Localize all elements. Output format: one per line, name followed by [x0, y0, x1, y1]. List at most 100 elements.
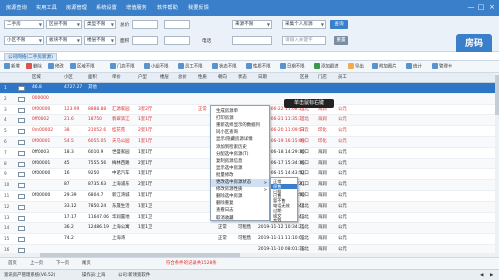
table-row[interactable]: 2 000000 [0, 93, 495, 105]
row-thumbnail-icon[interactable] [18, 86, 25, 91]
nature-filter[interactable]: 性质不限 [246, 63, 271, 71]
prev-page-button[interactable]: 上一页 [30, 260, 43, 268]
tab-bar: 公司网络(二手房新源) [0, 52, 499, 61]
menu-item-query[interactable]: 房源查询 [6, 4, 27, 11]
area-label: 面积 [120, 39, 130, 44]
area-max[interactable] [164, 36, 190, 45]
row-thumbnail-icon[interactable] [18, 215, 25, 221]
staff-filter[interactable]: 员工不限 [178, 63, 203, 71]
table-cell: 上海湾 [112, 236, 126, 242]
row-thumbnail-icon[interactable] [18, 183, 25, 189]
row-thumbnail-icon[interactable] [18, 237, 25, 243]
row-thumbnail-icon[interactable] [18, 140, 25, 145]
column-header[interactable]: 小区 [64, 73, 73, 83]
column-header[interactable]: 日期 [258, 73, 267, 83]
table-row[interactable]: 15 74.2 上海湾 正常 可租售 2019-11-11 11:10:02 江北 海润 公元 [0, 234, 495, 245]
menu-item-tools[interactable]: 实用工具 [36, 4, 57, 11]
row-number: 15 [4, 236, 10, 242]
first-page-button[interactable]: 首页 [8, 260, 17, 268]
stats-button[interactable]: 统计 [406, 63, 422, 71]
column-header[interactable]: 区域 [32, 73, 41, 83]
column-header[interactable]: 状态 [238, 73, 247, 83]
table-cell: 1室1厅 [138, 117, 153, 123]
edit-button[interactable]: 修改 [48, 63, 64, 71]
phone-input[interactable] [232, 36, 272, 45]
column-header[interactable]: 门店 [318, 73, 327, 83]
row-thumbnail-icon[interactable] [18, 172, 25, 178]
table-cell: 2室1厅 [138, 182, 153, 188]
vertical-scrollbar[interactable] [495, 73, 499, 257]
table-cell: 江北 [300, 236, 309, 242]
attach-image-button[interactable]: 附加图片 [372, 63, 397, 71]
row-thumbnail-icon[interactable] [18, 107, 25, 113]
total-price-min[interactable] [132, 20, 158, 29]
table-row[interactable]: 14 36.2 12486.19 上海公寓 1室1卫 正常 可租售 2019-11-12 10… [0, 223, 495, 235]
store-filter[interactable]: 门店不限 [110, 63, 135, 71]
area-min[interactable] [132, 36, 158, 45]
column-header[interactable]: 单价 [112, 73, 121, 83]
last-page-button[interactable]: 尾页 [82, 260, 91, 268]
floor-select[interactable]: 楼层不限 ▼ [84, 36, 116, 45]
add-followup-button[interactable]: 添加跟进 [314, 63, 339, 71]
query-button[interactable]: 查询 [330, 20, 348, 29]
column-header[interactable]: 面积 [88, 73, 97, 83]
tab-company-network[interactable]: 公司网络(二手房新源) [4, 53, 57, 61]
context-menu-item[interactable]: 取消收藏 [211, 215, 269, 223]
column-header[interactable]: 户型 [138, 73, 147, 83]
row-number: 8 [4, 160, 7, 166]
collect-source-select[interactable]: 采集个人房源 ▼ [282, 20, 326, 29]
table-cell: 江北 [300, 214, 309, 220]
column-header[interactable]: 楼层 [160, 73, 169, 83]
row-thumbnail-icon[interactable] [18, 150, 25, 156]
column-header[interactable]: 朝向 [218, 73, 227, 83]
export-button[interactable]: 导出 [348, 63, 364, 71]
source-select[interactable]: 来源不限 ▼ [232, 20, 272, 29]
date-filter[interactable]: 日期不限 [280, 63, 305, 71]
region-filter[interactable]: 区域不限 [70, 63, 95, 71]
table-cell: 2室1厅 [138, 160, 153, 166]
add-button[interactable]: 新增 [4, 63, 20, 71]
keyword-input[interactable]: 请输入关键字 [282, 36, 326, 45]
close-button[interactable]: × [487, 2, 497, 12]
scroll-thumb[interactable] [495, 75, 499, 115]
scroll-left-icon[interactable]: ◀ [480, 272, 483, 279]
column-header[interactable]: 员工 [338, 73, 347, 83]
row-thumbnail-icon[interactable] [18, 118, 25, 124]
manage-card-button[interactable]: 管理卡 [432, 63, 452, 71]
maximize-button[interactable]: □ [476, 2, 486, 12]
district-select[interactable]: 区县不限 ▼ [46, 20, 82, 29]
plate-select[interactable]: 板块不限 ▼ [46, 36, 82, 45]
table-row[interactable]: 1 46.8 4727.27 其他 [0, 83, 495, 94]
scroll-right-icon[interactable]: ▶ [490, 272, 493, 279]
reset-button[interactable]: 重置 [334, 36, 348, 45]
row-thumbnail-icon[interactable] [18, 96, 25, 102]
column-header[interactable]: 总价 [178, 73, 187, 83]
house-type-select[interactable]: 二手房 ▼ [4, 20, 44, 29]
delete-button[interactable]: 删除 [26, 63, 42, 71]
total-price-max[interactable] [164, 20, 190, 29]
submenu-item[interactable]: 无效 [271, 217, 297, 223]
menu-item-help[interactable]: 软件帮助 [157, 4, 178, 11]
company: 公司:新领宽软件 [118, 273, 151, 278]
row-number: 11 [4, 193, 10, 198]
status-filter[interactable]: 状态不限 [212, 63, 237, 71]
minimize-button[interactable]: — [466, 2, 476, 12]
menu-item-feedback[interactable]: 我要反馈 [188, 4, 209, 11]
next-page-button[interactable]: 下一页 [56, 260, 69, 268]
menu-item-settings[interactable]: 系统设置 [96, 4, 117, 11]
table-cell: 海润 [318, 203, 327, 209]
category-select[interactable]: 类型不限 ▼ [84, 20, 116, 29]
row-thumbnail-icon[interactable] [18, 226, 25, 232]
menu-item-house-manage[interactable]: 房源管理 [66, 4, 87, 11]
column-header[interactable]: 区县 [300, 73, 309, 83]
menu-item-value-added[interactable]: 增值服务 [126, 4, 147, 11]
pencil-icon [48, 63, 54, 69]
column-header[interactable]: 性质 [198, 73, 207, 83]
community-select[interactable]: 小区不限 ▼ [4, 36, 44, 45]
group-filter[interactable]: 小组不限 [144, 63, 169, 71]
row-thumbnail-icon[interactable] [18, 161, 25, 167]
table-cell: 海润 [318, 193, 327, 198]
row-thumbnail-icon[interactable] [18, 204, 25, 210]
row-thumbnail-icon[interactable] [18, 194, 25, 199]
row-thumbnail-icon[interactable] [18, 129, 25, 135]
